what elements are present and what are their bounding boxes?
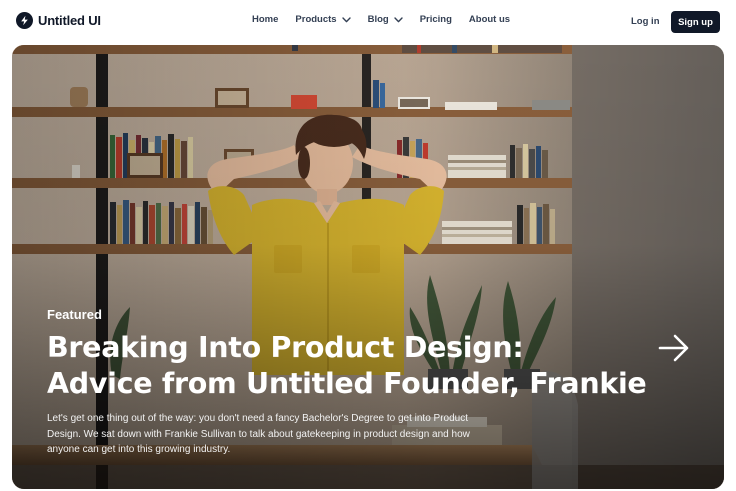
chevron-down-icon xyxy=(341,16,351,23)
post-excerpt: Let's get one thing out of the way: you … xyxy=(47,413,470,455)
brand-logo[interactable]: Untitled UI xyxy=(16,12,101,29)
brand-name: Untitled UI xyxy=(38,13,101,28)
site-header: Untitled UI Home Products Blog Pricing A… xyxy=(0,0,736,44)
login-button[interactable]: Log in xyxy=(631,16,660,27)
main-nav: Home Products Blog Pricing About us xyxy=(252,14,510,25)
signup-button[interactable]: Sign up xyxy=(671,11,720,33)
nav-item-blog[interactable]: Blog xyxy=(368,14,403,25)
nav-item-pricing[interactable]: Pricing xyxy=(420,14,452,25)
nav-item-label: Blog xyxy=(367,14,389,25)
headline-line-2: Advice from Untitled Founder, Frankie xyxy=(47,367,647,400)
chevron-down-icon xyxy=(394,16,403,23)
lightning-bolt-icon xyxy=(16,12,33,29)
nav-item-label: Home xyxy=(252,14,279,25)
nav-item-products[interactable]: Products xyxy=(295,14,351,25)
nav-item-label: Products xyxy=(295,14,337,25)
featured-post-card[interactable]: Featured Breaking Into Product Design: A… xyxy=(12,45,724,489)
headline-line-1: Breaking Into Product Design: xyxy=(47,331,524,364)
nav-item-home[interactable]: Home xyxy=(252,14,278,25)
post-headline[interactable]: Breaking Into Product Design: Advice fro… xyxy=(47,330,647,402)
arrow-right-icon[interactable] xyxy=(657,331,691,365)
page: Untitled UI Home Products Blog Pricing A… xyxy=(0,0,736,491)
nav-item-label: Pricing xyxy=(419,14,452,25)
nav-item-label: About us xyxy=(468,14,511,25)
featured-tag: Featured xyxy=(47,307,102,322)
nav-item-about-us[interactable]: About us xyxy=(469,14,510,25)
